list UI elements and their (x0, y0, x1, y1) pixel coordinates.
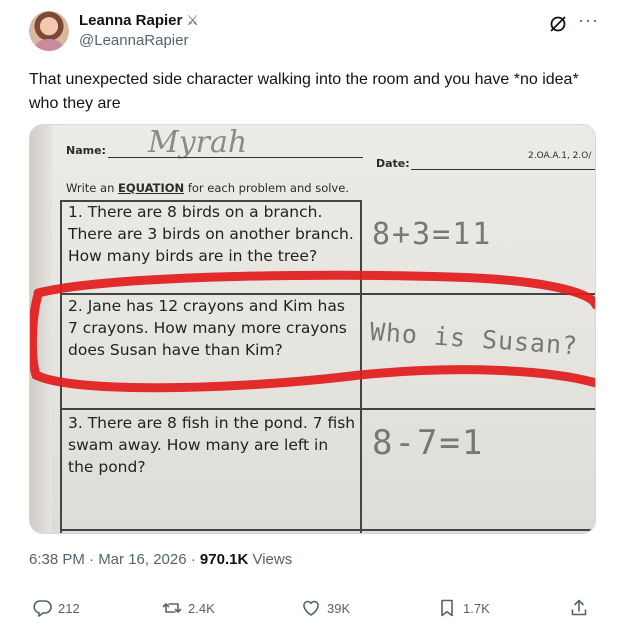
author-display-name[interactable]: Leanna Rapier (79, 12, 182, 29)
grok-icon[interactable] (548, 14, 568, 34)
tweet-image[interactable]: Myrah Name: Date: 2.OA.A.1, 2.O/ Write a… (29, 124, 596, 534)
share-button[interactable] (569, 598, 589, 618)
views-label: Views (248, 551, 293, 568)
crossed-swords-icon: ⚔ (186, 12, 199, 28)
like-count: 39K (327, 600, 351, 616)
bookmark-icon (441, 599, 453, 617)
author-name-row: Leanna Rapier ⚔ (79, 12, 199, 29)
reply-button[interactable]: 212 (32, 598, 80, 618)
tweet-actions-bar: 212 2.4K 39K 1.7K (29, 598, 599, 622)
like-button[interactable]: 39K (301, 598, 350, 618)
red-highlight-circle (30, 270, 595, 393)
reply-count: 212 (58, 600, 80, 616)
author-handle[interactable]: @LeannaRapier (79, 32, 188, 49)
bookmark-button[interactable]: 1.7K (437, 598, 490, 618)
reply-icon (33, 600, 52, 617)
repost-button[interactable]: 2.4K (162, 598, 215, 618)
tweet-timestamp: 6:38 PM · Mar 16, 2026 · 970.1K Views (29, 551, 292, 568)
views-count: 970.1K (199, 551, 249, 568)
heart-icon (303, 600, 319, 616)
share-icon (571, 599, 587, 616)
tweet-text: That unexpected side character walking i… (29, 71, 579, 112)
avatar[interactable] (29, 11, 69, 51)
more-options-icon[interactable]: ··· (578, 10, 599, 31)
timestamp-text[interactable]: 6:38 PM · Mar 16, 2026 · (29, 551, 200, 568)
repost-icon (162, 603, 182, 613)
bookmark-count: 1.7K (463, 600, 490, 616)
repost-count: 2.4K (188, 600, 215, 616)
